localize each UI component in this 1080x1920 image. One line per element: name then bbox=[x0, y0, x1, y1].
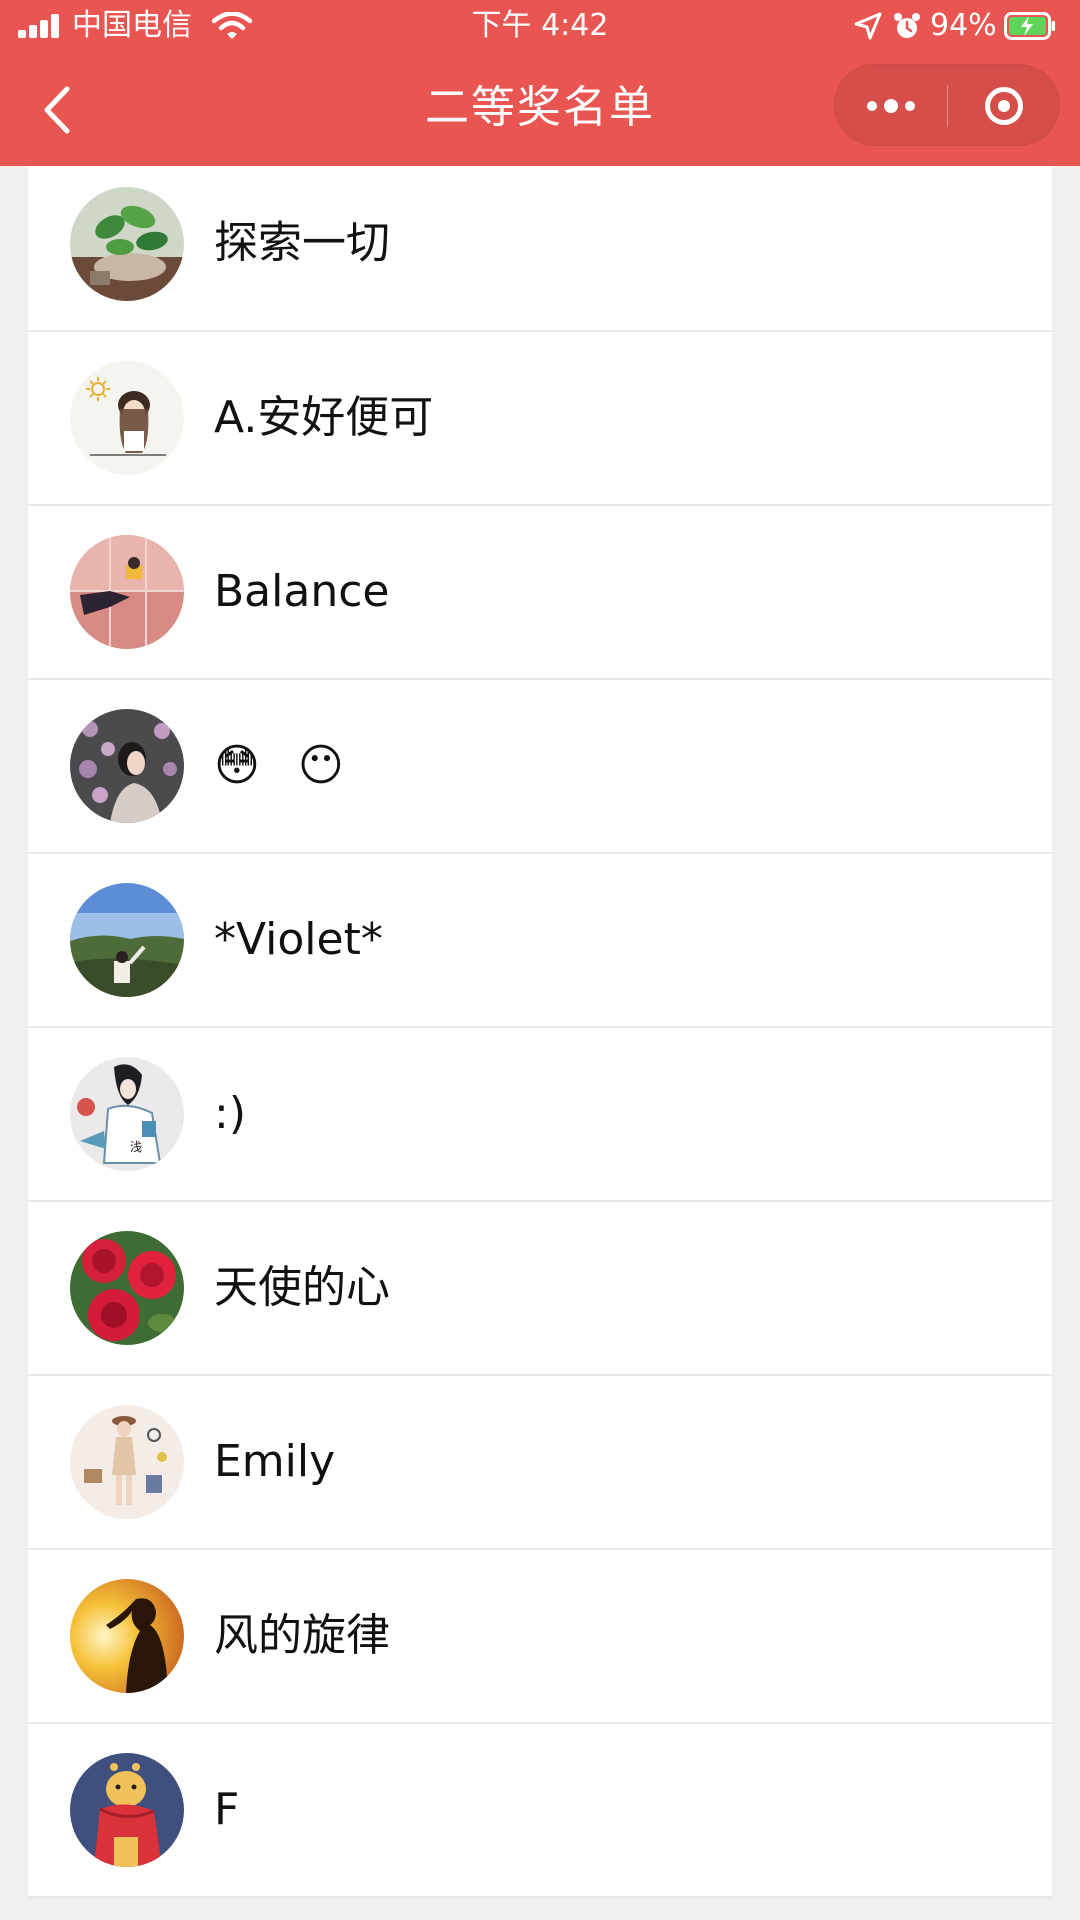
winner-name: *Violet* bbox=[214, 914, 383, 965]
winner-name: 天使的心 bbox=[214, 1262, 390, 1313]
screen: 中国电信 下午 4:42 94% 二等奖名单 探索一切 A.安好便可 Balan… bbox=[0, 0, 1080, 1920]
list-item[interactable]: 风的旋律 bbox=[28, 1550, 1052, 1724]
avatar-illustration-girl: 浅 bbox=[70, 1057, 184, 1171]
avatar-pink-wall-photo bbox=[70, 535, 184, 649]
list-item[interactable]: Emily bbox=[28, 1376, 1052, 1550]
winner-name: A.安好便可 bbox=[214, 392, 434, 443]
list-item[interactable]: F bbox=[28, 1724, 1052, 1898]
avatar-fashion-illustration bbox=[70, 1405, 184, 1519]
winner-name: Balance bbox=[214, 566, 390, 617]
battery-icon bbox=[1004, 12, 1055, 40]
svg-text:浅: 浅 bbox=[130, 1140, 142, 1154]
target-icon bbox=[985, 87, 1023, 125]
winner-name: 探索一切 bbox=[214, 217, 390, 269]
avatar-cartoon-giraffe bbox=[70, 1753, 184, 1867]
battery-percent: 94% bbox=[930, 8, 997, 43]
list-item[interactable]: Balance bbox=[28, 506, 1052, 680]
avatar-plant-photo bbox=[70, 187, 184, 301]
avatar-cartoon-girl-sun bbox=[70, 361, 184, 475]
location-icon bbox=[854, 12, 882, 40]
avatar-flower-portrait bbox=[70, 709, 184, 823]
capsule-menu bbox=[834, 64, 1060, 146]
list-item[interactable]: 浅 :) bbox=[28, 1028, 1052, 1202]
header: 中国电信 下午 4:42 94% 二等奖名单 bbox=[0, 0, 1080, 166]
list-item[interactable]: 探索一切 bbox=[28, 166, 1052, 332]
list-item[interactable]: 😳 😶 bbox=[28, 680, 1052, 854]
winner-name: 😳 😶 bbox=[214, 740, 356, 791]
list-item[interactable]: *Violet* bbox=[28, 854, 1052, 1028]
avatar-landscape-photo bbox=[70, 883, 184, 997]
close-button[interactable] bbox=[948, 65, 1060, 147]
winner-name: F bbox=[214, 1784, 240, 1835]
winner-name: 风的旋律 bbox=[214, 1610, 390, 1661]
list-item[interactable]: 天使的心 bbox=[28, 1202, 1052, 1376]
status-bar: 中国电信 下午 4:42 94% bbox=[0, 0, 1080, 54]
more-dots-icon bbox=[867, 99, 915, 113]
avatar-sunset-silhouette bbox=[70, 1579, 184, 1693]
winner-name: Emily bbox=[214, 1436, 336, 1487]
alarm-icon bbox=[894, 13, 920, 38]
avatar-red-roses bbox=[70, 1231, 184, 1345]
nav-bar: 二等奖名单 bbox=[0, 54, 1080, 166]
winner-list: 探索一切 A.安好便可 Balance 😳 😶 *Violet* 浅:) 天使… bbox=[28, 166, 1052, 1898]
more-button[interactable] bbox=[835, 65, 947, 147]
winner-name: :) bbox=[214, 1088, 246, 1139]
list-item[interactable]: A.安好便可 bbox=[28, 332, 1052, 506]
